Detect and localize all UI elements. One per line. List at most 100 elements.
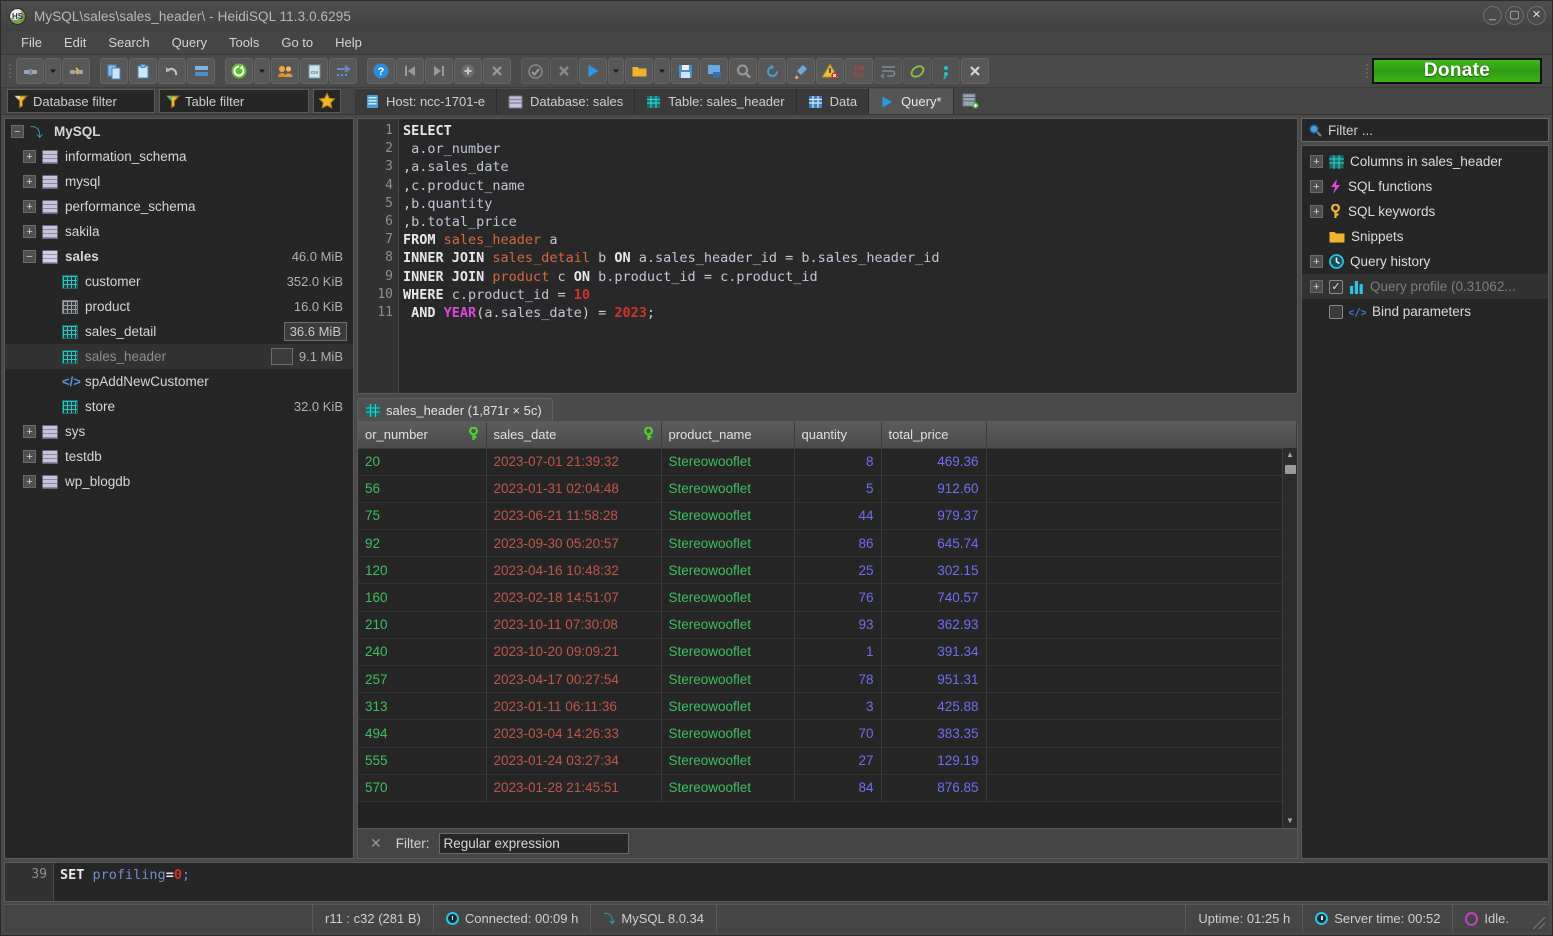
cell-product-name[interactable]: Stereowooflet	[661, 665, 795, 694]
sql-log-panel[interactable]: 39 SET profiling=0;	[4, 862, 1549, 902]
refresh-icon[interactable]	[225, 58, 253, 84]
cell-or-number[interactable]: 313	[358, 692, 487, 721]
open-dropdown-icon[interactable]	[654, 58, 670, 84]
cell-or-number[interactable]: 257	[358, 665, 487, 694]
expand-icon[interactable]: +	[1310, 205, 1323, 218]
cell-quantity[interactable]: 84	[794, 774, 882, 802]
cell-sales-date[interactable]: 2023-01-28 21:45:51	[486, 774, 662, 802]
clean-icon[interactable]	[787, 58, 815, 84]
table-row[interactable]: 257 2023-04-17 00:27:54 Stereowooflet 78 951…	[358, 665, 1297, 694]
cell-or-number[interactable]: 570	[358, 774, 487, 802]
cell-quantity[interactable]: 8	[794, 448, 882, 476]
disconnect-icon[interactable]	[62, 58, 90, 84]
resize-grip[interactable]	[1533, 917, 1545, 929]
tree-item-sales[interactable]: − sales 46.0 MiB	[5, 244, 353, 269]
cell-product-name[interactable]: Stereowooflet	[661, 448, 795, 476]
tree-item-sales-detail[interactable]: sales_detail 36.6 MiB	[5, 319, 353, 344]
cell-total-price[interactable]: 391.34	[881, 638, 987, 667]
cell-quantity[interactable]: 25	[794, 556, 882, 585]
open-folder-icon[interactable]	[625, 58, 653, 84]
sql-editor[interactable]: 1 2 3 4 5 6 7 8 9 10 11 SELECT a.or_number ,a.sale…	[357, 118, 1298, 394]
cell-product-name[interactable]: Stereowooflet	[661, 502, 795, 531]
cell-total-price[interactable]: 876.85	[881, 774, 987, 802]
size-editor-box[interactable]	[270, 348, 293, 365]
column-header-total-price[interactable]: total_price	[881, 422, 987, 449]
cell-total-price[interactable]: 979.37	[881, 502, 987, 531]
cell-or-number[interactable]: 210	[358, 611, 487, 639]
cell-total-price[interactable]: 912.60	[881, 475, 987, 503]
helper-item-sql-keywords[interactable]: + SQL keywords	[1302, 199, 1548, 224]
scroll-down-icon[interactable]: ▼	[1286, 817, 1294, 825]
cell-total-price[interactable]: 383.35	[881, 719, 987, 748]
cell-sales-date[interactable]: 2023-07-01 21:39:32	[486, 448, 662, 476]
tree-item-testdb[interactable]: + testdb	[5, 444, 353, 469]
expand-icon[interactable]: +	[1310, 155, 1323, 168]
table-row[interactable]: 313 2023-01-11 06:11:36 Stereowooflet 3 425.…	[358, 692, 1297, 721]
cell-total-price[interactable]: 129.19	[881, 747, 987, 775]
tab-database[interactable]: Database: sales	[497, 88, 636, 114]
menu-help[interactable]: Help	[325, 32, 372, 53]
tree-item-customer[interactable]: customer 352.0 KiB	[5, 269, 353, 294]
tree-item-sakila[interactable]: + sakila	[5, 219, 353, 244]
expand-icon[interactable]: +	[1310, 255, 1323, 268]
table-filter-input[interactable]: Table filter	[159, 89, 309, 113]
binary-icon[interactable]: 100 010	[845, 58, 873, 84]
root-expander-icon[interactable]: −	[11, 125, 24, 138]
cell-quantity[interactable]: 76	[794, 583, 882, 612]
helper-item-columns-in-sales-header[interactable]: + Columns in sales_header	[1302, 149, 1548, 174]
cell-or-number[interactable]: 75	[358, 502, 487, 531]
cell-quantity[interactable]: 27	[794, 747, 882, 775]
cell-quantity[interactable]: 93	[794, 611, 882, 639]
cell-product-name[interactable]: Stereowooflet	[661, 719, 795, 748]
menu-file[interactable]: File	[11, 32, 52, 53]
paste-icon[interactable]	[129, 58, 157, 84]
cell-quantity[interactable]: 3	[794, 692, 882, 721]
expand-icon[interactable]: +	[23, 225, 36, 238]
tree-item-spaddnewcustomer[interactable]: </> spAddNewCustomer	[5, 369, 353, 394]
save-as-icon[interactable]	[700, 58, 728, 84]
donate-button[interactable]: Donate	[1372, 58, 1542, 84]
refresh-dropdown-icon[interactable]	[254, 58, 270, 84]
expand-icon[interactable]: +	[23, 425, 36, 438]
save-file-icon[interactable]	[671, 58, 699, 84]
semicolon-icon[interactable]	[932, 58, 960, 84]
run-dropdown-icon[interactable]	[608, 58, 624, 84]
find-icon[interactable]	[729, 58, 757, 84]
tree-item-sys[interactable]: + sys	[5, 419, 353, 444]
add-icon[interactable]	[454, 58, 482, 84]
cell-sales-date[interactable]: 2023-03-04 14:26:33	[486, 719, 662, 748]
cell-total-price[interactable]: 645.74	[881, 529, 987, 558]
column-header-quantity[interactable]: quantity	[794, 422, 882, 449]
table-row[interactable]: 555 2023-01-24 03:27:34 Stereowooflet 27 129…	[358, 747, 1297, 775]
cell-product-name[interactable]: Stereowooflet	[661, 611, 795, 639]
menu-search[interactable]: Search	[98, 32, 159, 53]
grid-filter-input[interactable]: Regular expression	[439, 833, 630, 854]
close-tab-icon[interactable]	[961, 58, 989, 84]
menu-goto[interactable]: Go to	[271, 32, 323, 53]
tree-item-information-schema[interactable]: + information_schema	[5, 144, 353, 169]
checkbox[interactable]	[1329, 304, 1343, 319]
cell-sales-date[interactable]: 2023-10-11 07:30:08	[486, 611, 662, 639]
results-vertical-scrollbar[interactable]: ▲ ▼	[1282, 448, 1297, 828]
cell-total-price[interactable]: 469.36	[881, 448, 987, 476]
tree-item-store[interactable]: store 32.0 KiB	[5, 394, 353, 419]
helper-item-sql-functions[interactable]: + SQL functions	[1302, 174, 1548, 199]
menu-tools[interactable]: Tools	[219, 32, 269, 53]
cell-quantity[interactable]: 44	[794, 502, 882, 531]
delete-icon[interactable]	[483, 58, 511, 84]
cell-quantity[interactable]: 78	[794, 665, 882, 694]
table-row[interactable]: 20 2023-07-01 21:39:32 Stereowooflet 8 469.3…	[358, 448, 1297, 476]
cell-product-name[interactable]: Stereowooflet	[661, 747, 795, 775]
warning-icon[interactable]	[816, 58, 844, 84]
menu-edit[interactable]: Edit	[54, 32, 96, 53]
results-tab[interactable]: sales_header (1,871r × 5c)	[357, 398, 553, 421]
helper-item-query-history[interactable]: + Query history	[1302, 249, 1548, 274]
commit-icon[interactable]	[521, 58, 549, 84]
copy-icon[interactable]	[100, 58, 128, 84]
table-row[interactable]: 240 2023-10-20 09:09:21 Stereowooflet 1 391.…	[358, 638, 1297, 667]
cell-or-number[interactable]: 555	[358, 747, 487, 775]
cell-product-name[interactable]: Stereowooflet	[661, 475, 795, 503]
tree-item-wp-blogdb[interactable]: + wp_blogdb	[5, 469, 353, 494]
cell-sales-date[interactable]: 2023-01-24 03:27:34	[486, 747, 662, 775]
helper-filter-input[interactable]: Filter ...	[1301, 118, 1549, 142]
